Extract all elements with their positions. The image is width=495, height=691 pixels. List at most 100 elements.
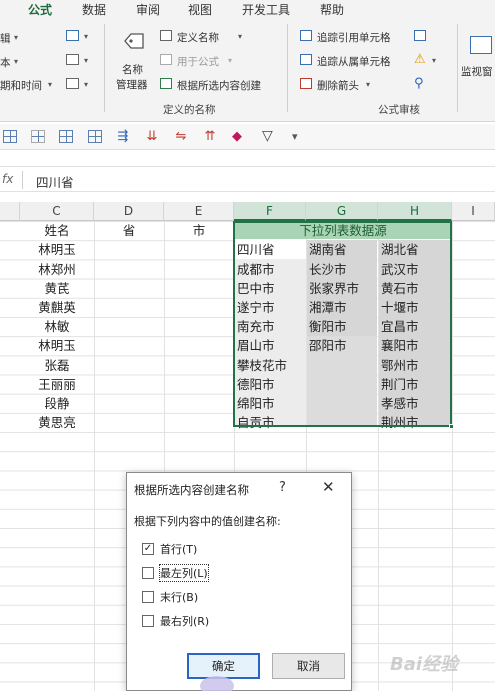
show-formulas-icon[interactable]	[414, 30, 426, 41]
option-top-row-label[interactable]: 首行(T)	[160, 541, 197, 557]
checkbox-icon[interactable]	[142, 615, 154, 627]
create-from-selection-button[interactable]: 根据所选内容创建	[177, 78, 261, 93]
error-checking-icon[interactable]: ⚠	[414, 52, 426, 67]
math-icon[interactable]	[66, 54, 79, 65]
column-header-e[interactable]: E	[164, 202, 234, 221]
borders-inner-icon[interactable]	[31, 130, 45, 143]
borders-outer-icon[interactable]	[59, 130, 73, 143]
remove-arrows-button[interactable]: 删除箭头	[317, 78, 359, 93]
chevron-down-icon: ▾	[228, 56, 233, 65]
ribbon: 辑 ▾ 本 ▾ 期和时间 ▾ ▾ ▾ ▾ 名称 管理器 定义名称 ▾ 用于公式 …	[0, 18, 495, 122]
cell-name[interactable]: 黄麒英	[20, 298, 94, 317]
option-left-column-label[interactable]: 最左列(L)	[159, 564, 209, 582]
watch-window-button[interactable]: 监视窗	[461, 64, 493, 79]
trace-precedents-icon	[300, 30, 312, 41]
filter-icon[interactable]: ▽	[262, 129, 276, 143]
use-in-formula-button[interactable]: 用于公式	[177, 54, 219, 69]
formula-separator	[22, 171, 23, 189]
option-bottom-row-label[interactable]: 末行(B)	[160, 589, 198, 605]
create-names-dialog: 根据所选内容创建名称 ? ✕ 根据下列内容中的值创建名称: ✓ 首行(T) 最左…	[126, 472, 352, 691]
cell-name[interactable]: 林郑州	[20, 260, 94, 279]
chevron-down-icon: ▾	[84, 56, 89, 65]
lookup-icon[interactable]	[66, 30, 79, 41]
clear-icon[interactable]: ⇈	[203, 130, 217, 143]
tab-review[interactable]: 审阅	[136, 1, 160, 18]
formula-bar: fx 四川省	[0, 166, 495, 192]
tab-view[interactable]: 视图	[188, 1, 212, 18]
create-from-selection-icon	[160, 78, 172, 89]
cancel-button[interactable]: 取消	[272, 653, 345, 679]
use-in-formula-icon	[160, 54, 172, 65]
cell-name[interactable]: 王丽丽	[20, 375, 94, 394]
cell-name[interactable]: 张磊	[20, 356, 94, 375]
watch-window-icon[interactable]	[470, 36, 492, 54]
column-header-c[interactable]: C	[20, 202, 94, 221]
chevron-down-icon: ▾	[84, 32, 89, 41]
formula-auditing-group-label: 公式审核	[378, 104, 420, 116]
tab-help[interactable]: 帮助	[320, 1, 344, 18]
cell-name[interactable]: 段静	[20, 394, 94, 413]
ribbon-item-text[interactable]: 辑	[0, 31, 11, 46]
help-button[interactable]: ?	[279, 480, 286, 495]
tab-formulas[interactable]: 公式	[28, 1, 53, 21]
tab-data[interactable]: 数据	[82, 1, 106, 18]
grid-vline	[94, 221, 95, 691]
column-header-i[interactable]: I	[452, 202, 495, 221]
eraser-icon[interactable]: ◆	[232, 130, 246, 143]
more-functions-icon[interactable]	[66, 78, 79, 89]
ribbon-item-text[interactable]: 本	[0, 55, 11, 70]
checkbox-checked-icon[interactable]: ✓	[142, 543, 154, 555]
name-manager-icon[interactable]	[122, 30, 146, 52]
cell-name[interactable]: 林敏	[20, 317, 94, 336]
checkbox-icon[interactable]	[142, 567, 154, 579]
dialog-title: 根据所选内容创建名称	[134, 483, 249, 497]
chevron-down-icon: ▾	[48, 80, 53, 89]
cell-c1[interactable]: 姓名	[20, 221, 94, 240]
column-header-h[interactable]: H	[378, 202, 452, 221]
delete-column-icon[interactable]: ⇊	[145, 130, 159, 143]
name-manager-label[interactable]: 名称	[122, 62, 143, 77]
group-separator	[287, 24, 288, 112]
chevron-down-icon: ▾	[14, 57, 19, 66]
column-header-f[interactable]: F	[234, 202, 306, 221]
trace-dependents-button[interactable]: 追踪从属单元格	[317, 54, 391, 69]
cell-name[interactable]: 林明玉	[20, 336, 94, 355]
borders-icon[interactable]	[3, 130, 17, 143]
cursor-highlight	[200, 676, 234, 691]
group-separator	[104, 24, 105, 112]
option-right-column-label[interactable]: 最右列(R)	[160, 613, 209, 629]
chevron-down-icon: ▾	[84, 80, 89, 89]
name-manager-label-2[interactable]: 管理器	[116, 77, 148, 92]
chevron-down-icon: ▾	[14, 33, 19, 42]
fill-handle[interactable]	[449, 424, 454, 429]
evaluate-formula-icon[interactable]: ⚲	[414, 76, 424, 91]
cell-e1[interactable]: 市	[164, 221, 234, 240]
column-header-d[interactable]: D	[94, 202, 164, 221]
cell-name[interactable]: 林明玉	[20, 240, 94, 259]
cell-name[interactable]: 黄芪	[20, 279, 94, 298]
table-icon[interactable]	[88, 130, 102, 143]
fx-icon[interactable]: fx	[2, 172, 13, 186]
ok-button[interactable]: 确定	[187, 653, 260, 679]
remove-arrows-icon	[300, 78, 312, 89]
cell-d1[interactable]: 省	[94, 221, 164, 240]
quick-toolbar: ⇶ ⇊ ⇋ ⇈ ◆ ▽ ▾	[0, 124, 495, 150]
tab-developer[interactable]: 开发工具	[242, 1, 290, 18]
column-header-g[interactable]: G	[306, 202, 378, 221]
chevron-down-icon: ▾	[366, 80, 371, 89]
selection-border	[233, 221, 452, 427]
trace-precedents-button[interactable]: 追踪引用单元格	[317, 30, 391, 45]
column-header-b[interactable]	[0, 202, 20, 221]
define-name-icon	[160, 30, 172, 41]
checkbox-icon[interactable]	[142, 591, 154, 603]
chevron-down-icon: ▾	[238, 32, 243, 41]
cell-name[interactable]: 黄思亮	[20, 413, 94, 432]
close-icon[interactable]: ✕	[322, 478, 335, 496]
ribbon-item-datetime[interactable]: 期和时间	[0, 78, 42, 93]
delete-row-icon[interactable]: ⇋	[174, 130, 188, 143]
insert-column-icon[interactable]: ⇶	[116, 130, 130, 143]
formula-input[interactable]: 四川省	[36, 172, 74, 191]
define-name-button[interactable]: 定义名称	[177, 30, 219, 45]
dialog-prompt: 根据下列内容中的值创建名称:	[134, 515, 281, 528]
customize-toolbar-icon[interactable]: ▾	[292, 130, 306, 143]
